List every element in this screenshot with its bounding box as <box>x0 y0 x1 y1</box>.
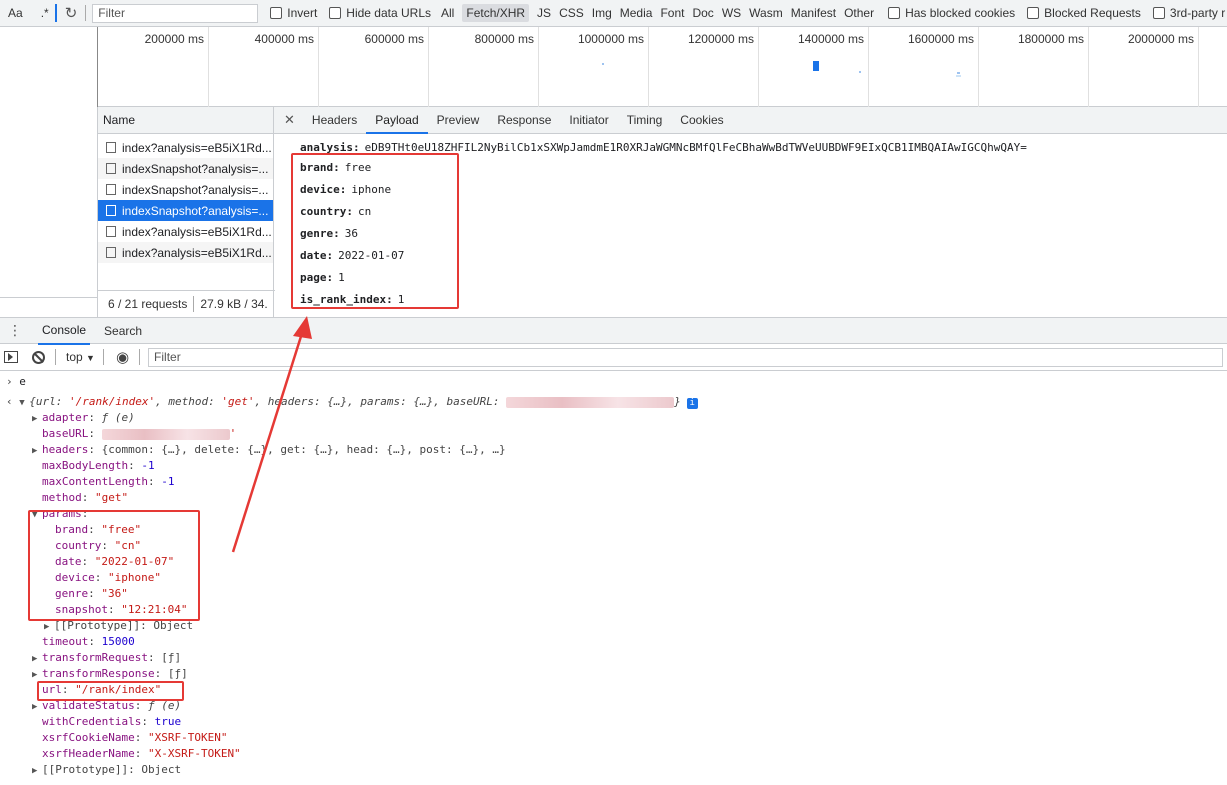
annotation-arrow <box>231 316 312 553</box>
arrow-head <box>293 316 312 339</box>
arrow-shaft <box>231 329 305 553</box>
